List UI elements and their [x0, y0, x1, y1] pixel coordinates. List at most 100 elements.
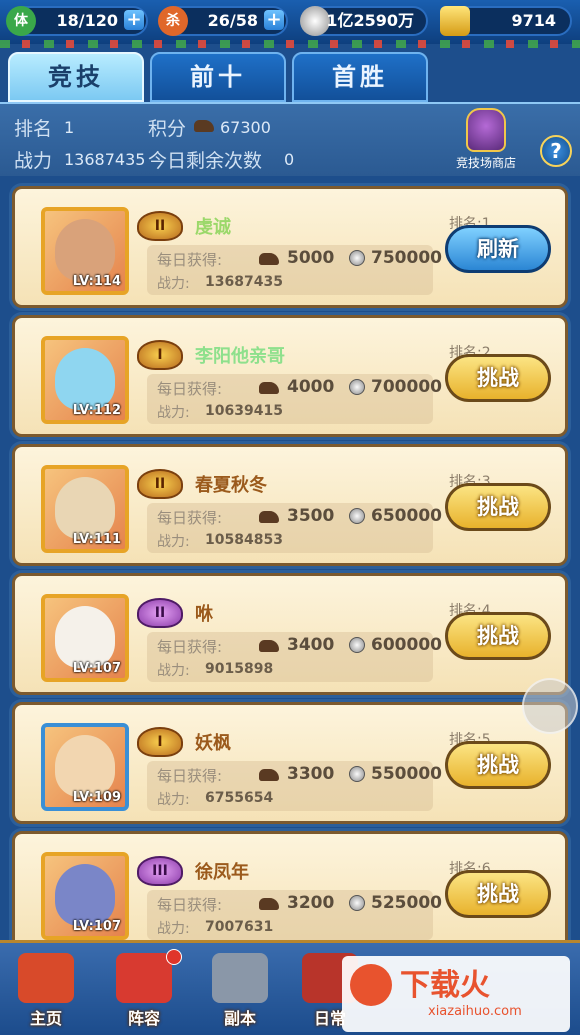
banner-icon: [116, 953, 172, 1003]
gold-counter: 9714: [440, 6, 572, 36]
coin-reward: 600000: [371, 635, 442, 655]
decorative-lights: [0, 40, 580, 48]
download-logo-icon: [350, 964, 392, 1006]
horse-icon: [259, 640, 279, 652]
nav-dungeon[interactable]: 副本: [200, 949, 280, 1033]
horse-icon: [259, 769, 279, 781]
daily-label: 每日获得:: [157, 896, 223, 914]
opponent-card: LV:107 II 咻 排名:4 每日获得: 3400 600000 战力: 9…: [12, 573, 568, 695]
action-button[interactable]: 刷新: [445, 225, 551, 273]
power-value: 10639415: [205, 403, 283, 419]
horse-reward: 5000: [287, 248, 335, 268]
gamepad-float-button[interactable]: [522, 678, 578, 734]
nav-home[interactable]: 主页: [6, 949, 86, 1033]
tab-arena[interactable]: 竞技: [8, 52, 144, 102]
gold-value: 9714: [511, 11, 556, 30]
sword-icon: [212, 953, 268, 1003]
stamina-value: 18/120: [56, 11, 118, 30]
tier-badge: II: [137, 211, 183, 241]
watermark: 下载火 xiazaihuo.com: [342, 956, 570, 1032]
opponent-card: LV:109 I 妖枫 排名:5 每日获得: 3300 550000 战力: 6…: [12, 702, 568, 824]
daily-label: 每日获得:: [157, 509, 223, 527]
power-label: 战力:: [157, 921, 190, 937]
horse-icon: [259, 382, 279, 394]
arena-shop-button[interactable]: 竞技场商店: [446, 108, 526, 172]
score-value: 67300: [220, 118, 271, 137]
horse-reward: 3200: [287, 893, 335, 913]
player-name: 春夏秋冬: [195, 475, 267, 496]
avatar[interactable]: LV:109: [41, 723, 129, 811]
hero-portrait: [55, 477, 115, 539]
help-button[interactable]: ?: [540, 135, 572, 167]
nav-lineup[interactable]: 阵容: [104, 949, 184, 1033]
coin-icon: [349, 766, 365, 782]
opponent-card: LV:111 II 春夏秋冬 排名:3 每日获得: 3500 650000 战力…: [12, 444, 568, 566]
tier-badge: I: [137, 340, 183, 370]
tab-top-ten[interactable]: 前十: [150, 52, 286, 102]
power-value: 9015898: [205, 661, 274, 677]
add-kill-button[interactable]: +: [264, 10, 284, 30]
avatar[interactable]: LV:112: [41, 336, 129, 424]
nav-home-label: 主页: [29, 1009, 62, 1028]
tier-badge: II: [137, 598, 183, 628]
coin-reward: 750000: [371, 248, 442, 268]
notification-dot: [166, 949, 182, 965]
level-label: LV:107: [72, 919, 121, 934]
action-button[interactable]: 挑战: [445, 870, 551, 918]
power-label: 战力:: [157, 405, 190, 421]
tab-first-win[interactable]: 首胜: [292, 52, 428, 102]
power-label: 战力:: [157, 792, 190, 808]
horse-icon: [259, 511, 279, 523]
rank-label: 排名: [14, 118, 53, 140]
power-value: 6755654: [205, 790, 274, 806]
coin-counter: 1亿2590万: [300, 6, 428, 36]
player-name: 咻: [195, 604, 213, 625]
action-button[interactable]: 挑战: [445, 483, 551, 531]
stamina-counter: 体 18/120 +: [6, 6, 148, 36]
daily-label: 每日获得:: [157, 767, 223, 785]
coin-reward: 700000: [371, 377, 442, 397]
resource-bar: 体 18/120 + 杀 26/58 + 1亿2590万 9714: [0, 0, 580, 44]
level-label: LV:111: [72, 532, 121, 547]
player-name: 徐凤年: [195, 862, 249, 883]
hero-portrait: [55, 864, 115, 926]
remaining-value: 0: [284, 150, 295, 169]
power-value: 13687435: [205, 274, 283, 290]
horse-icon: [194, 120, 214, 132]
coin-reward: 550000: [371, 764, 442, 784]
coin-icon: [349, 250, 365, 266]
horse-reward: 3500: [287, 506, 335, 526]
power-value: 10584853: [205, 532, 283, 548]
reward-panel: 每日获得: 3200 525000 战力: 7007631: [147, 890, 442, 940]
reward-panel: 每日获得: 5000 750000 战力: 13687435: [147, 245, 442, 295]
player-name: 李阳他亲哥: [195, 346, 285, 367]
gold-ingot-icon: [440, 6, 470, 36]
horse-reward: 3300: [287, 764, 335, 784]
reward-panel: 每日获得: 3300 550000 战力: 6755654: [147, 761, 442, 811]
stamina-icon: 体: [6, 6, 36, 36]
avatar[interactable]: LV:107: [41, 852, 129, 940]
score-label: 积分: [148, 118, 187, 140]
reward-panel: 每日获得: 4000 700000 战力: 10639415: [147, 374, 442, 424]
avatar[interactable]: LV:111: [41, 465, 129, 553]
power-value: 7007631: [205, 919, 274, 935]
action-button[interactable]: 挑战: [445, 612, 551, 660]
coin-reward: 650000: [371, 506, 442, 526]
power-label: 战力: [14, 150, 53, 172]
opponent-card: LV:107 III 徐凤年 排名:6 每日获得: 3200 525000 战力…: [12, 831, 568, 953]
add-stamina-button[interactable]: +: [124, 10, 144, 30]
avatar[interactable]: LV:114: [41, 207, 129, 295]
watermark-url: xiazaihuo.com: [428, 1004, 522, 1019]
action-button[interactable]: 挑战: [445, 741, 551, 789]
horse-reward: 4000: [287, 377, 335, 397]
opponent-card: LV:114 II 虔诚 排名:1 每日获得: 5000 750000 战力: …: [12, 186, 568, 308]
hero-portrait: [55, 606, 115, 668]
daily-label: 每日获得:: [157, 380, 223, 398]
reward-panel: 每日获得: 3500 650000 战力: 10584853: [147, 503, 442, 553]
avatar[interactable]: LV:107: [41, 594, 129, 682]
action-button[interactable]: 挑战: [445, 354, 551, 402]
palace-icon: [18, 953, 74, 1003]
power-label: 战力:: [157, 534, 190, 550]
remaining-label: 今日剩余次数: [148, 150, 263, 172]
horse-icon: [259, 253, 279, 265]
